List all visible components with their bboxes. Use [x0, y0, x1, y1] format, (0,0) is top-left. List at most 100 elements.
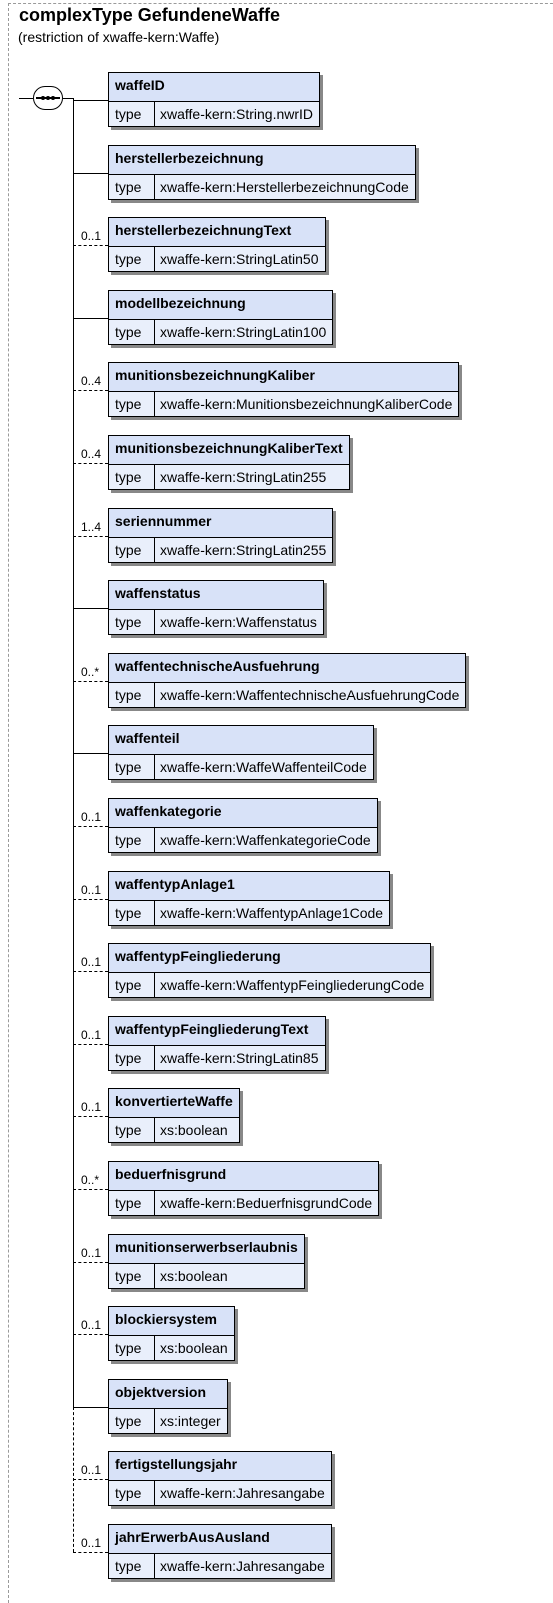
element-name: munitionsbezeichnungKaliber [115, 367, 315, 383]
element-box: beduerfnisgrund type xwaffe-kern:Beduerfni… [108, 1161, 379, 1216]
type-divider [154, 102, 155, 126]
element-name: seriennummer [115, 513, 212, 529]
cardinality-label: 0..* [81, 1173, 100, 1187]
element-name: fertigstellungsjahr [115, 1456, 238, 1472]
element-box: munitionsbezeichnungKaliber type xwaffe-ke… [108, 362, 459, 417]
connector-line [73, 536, 108, 537]
element-box: konvertierteWaffe type xs:boolean [108, 1088, 240, 1143]
type-divider [154, 1046, 155, 1070]
element-name: modellbezeichnung [115, 295, 246, 311]
type-divider [154, 610, 155, 634]
element-box: objektversion type xs:integer [108, 1379, 228, 1434]
element-box: herstellerbezeichnung type xwaffe-kern:Her… [108, 145, 416, 200]
element-name: konvertierteWaffe [115, 1093, 233, 1109]
element-name: waffenkategorie [115, 803, 222, 819]
element-type: xwaffe-kern:StringLatin100 [160, 324, 327, 340]
type-divider [154, 392, 155, 416]
cardinality-label: 0..* [81, 665, 100, 679]
type-label: type [115, 469, 142, 485]
type-label: type [115, 1485, 142, 1501]
element-type: xwaffe-kern:StringLatin85 [160, 1050, 319, 1066]
element-type: xwaffe-kern:StringLatin255 [160, 542, 327, 558]
type-label: type [115, 542, 142, 558]
element-box: waffentypAnlage1 type xwaffe-kern:Waffenty… [108, 871, 390, 926]
element-box: fertigstellungsjahr type xwaffe-kern:Jahre… [108, 1451, 332, 1506]
type-label: type [115, 106, 142, 122]
element-name: herstellerbezeichnung [115, 150, 264, 166]
cardinality-label: 0..1 [81, 1536, 102, 1550]
connector-line [73, 1552, 108, 1553]
cardinality-label: 0..4 [81, 374, 102, 388]
element-type: xwaffe-kern:WaffentechnischeAusfuehrungC… [160, 687, 460, 703]
element-name: waffentechnischeAusfuehrung [115, 658, 320, 674]
element-type-row: type xwaffe-kern:WaffeWaffenteilCode [109, 754, 373, 779]
element-box: blockiersystem type xs:boolean [108, 1306, 235, 1361]
type-label: type [115, 324, 142, 340]
element-type: xwaffe-kern:Waffenstatus [160, 614, 317, 630]
type-label: type [115, 179, 142, 195]
element-box: waffenstatus type xwaffe-kern:Waffenstatus [108, 580, 324, 635]
element-type-row: type xs:boolean [109, 1335, 234, 1360]
connector-line [73, 245, 108, 246]
type-label: type [115, 1195, 142, 1211]
cardinality-label: 0..1 [81, 1463, 102, 1477]
element-box: seriennummer type xwaffe-kern:StringLatin2… [108, 508, 333, 563]
type-divider [154, 1554, 155, 1578]
type-divider [154, 1191, 155, 1215]
connector-line [73, 390, 108, 391]
element-type: xwaffe-kern:StringLatin255 [160, 469, 327, 485]
type-divider [154, 828, 155, 852]
element-box: munitionsbezeichnungKaliberText type xwaff… [108, 435, 350, 490]
connector-line [73, 899, 108, 900]
element-box: waffeID type xwaffe-kern:String.nwrID [108, 72, 320, 127]
element-type-row: type xwaffe-kern:WaffenkategorieCode [109, 827, 377, 852]
element-type-row: type xwaffe-kern:Waffenstatus [109, 609, 323, 634]
connector-line [73, 1044, 108, 1045]
type-label: type [115, 832, 142, 848]
sequence-compositor-icon [33, 86, 63, 110]
element-type-row: type xs:integer [109, 1408, 227, 1433]
connector-line [73, 1479, 108, 1480]
element-box: herstellerbezeichnungText type xwaffe-kern… [108, 217, 326, 272]
element-type: xwaffe-kern:Jahresangabe [160, 1558, 325, 1574]
connector-line [19, 98, 33, 99]
type-label: type [115, 1268, 142, 1284]
cardinality-label: 0..1 [81, 1246, 102, 1260]
element-type-row: type xwaffe-kern:String.nwrID [109, 101, 319, 126]
type-divider [154, 1264, 155, 1288]
element-type-row: type xwaffe-kern:WaffentypAnlage1Code [109, 900, 389, 925]
connector-line [73, 681, 108, 682]
element-name: munitionsbezeichnungKaliberText [115, 440, 343, 456]
element-type-row: type xwaffe-kern:StringLatin255 [109, 537, 332, 562]
element-type: xwaffe-kern:String.nwrID [160, 106, 314, 122]
element-name: waffenstatus [115, 585, 201, 601]
diagram-subtitle: (restriction of xwaffe-kern:Waffe) [18, 29, 220, 45]
element-name: waffenteil [115, 730, 180, 746]
type-label: type [115, 759, 142, 775]
cardinality-label: 0..1 [81, 1100, 102, 1114]
element-box: munitionserwerbserlaubnis type xs:boolean [108, 1234, 305, 1289]
element-type-row: type xwaffe-kern:Jahresangabe [109, 1480, 331, 1505]
element-type-row: type xs:boolean [109, 1117, 239, 1142]
element-type: xwaffe-kern:WaffeWaffenteilCode [160, 759, 367, 775]
element-type-row: type xwaffe-kern:StringLatin100 [109, 319, 332, 344]
element-type-row: type xwaffe-kern:Jahresangabe [109, 1553, 331, 1578]
cardinality-label: 0..1 [81, 229, 102, 243]
tree-trunk [73, 98, 74, 1407]
element-box: waffentechnischeAusfuehrung type xwaffe-ke… [108, 653, 466, 708]
type-divider [154, 1481, 155, 1505]
element-box: modellbezeichnung type xwaffe-kern:StringL… [108, 290, 333, 345]
element-type: xs:boolean [160, 1340, 228, 1356]
type-label: type [115, 905, 142, 921]
element-name: munitionserwerbserlaubnis [115, 1239, 298, 1255]
type-label: type [115, 1413, 142, 1429]
connector-line [73, 971, 108, 972]
cardinality-label: 0..1 [81, 955, 102, 969]
type-divider [154, 973, 155, 997]
element-type: xwaffe-kern:WaffentypFeingliederungCode [160, 977, 425, 993]
connector-line [73, 1407, 108, 1408]
connector-line [73, 173, 108, 174]
tree-trunk-optional [73, 1407, 74, 1552]
type-label: type [115, 1122, 142, 1138]
element-type-row: type xwaffe-kern:StringLatin85 [109, 1045, 325, 1070]
